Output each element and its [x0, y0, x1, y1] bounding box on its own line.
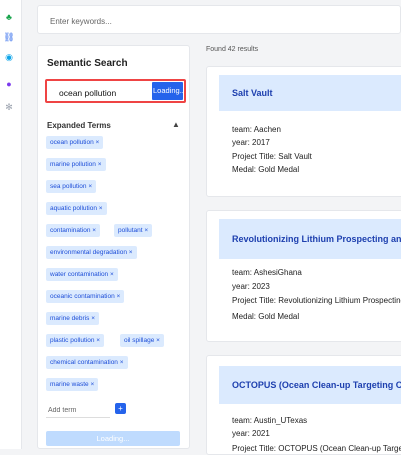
remove-term-icon[interactable]: ×	[91, 315, 95, 322]
tree-icon[interactable]: ♣	[2, 12, 16, 22]
term-tag: water contamination ×	[46, 268, 118, 281]
remove-term-icon[interactable]: ×	[117, 293, 121, 300]
keyword-search-input[interactable]	[48, 12, 352, 30]
term-tag: pollutant ×	[114, 224, 153, 237]
term-tag: ocean pollution ×	[46, 136, 104, 149]
result-project: Project Title: Revolutionizing Lithium P…	[232, 296, 401, 305]
remove-term-icon[interactable]: ×	[96, 337, 100, 344]
result-medal: Medal: Gold Medal	[232, 312, 300, 321]
semantic-search-button[interactable]: Loading...	[152, 82, 183, 100]
planet-icon[interactable]: ●	[2, 79, 16, 89]
remove-term-icon[interactable]: ×	[156, 337, 160, 344]
term-tag: sea pollution ×	[46, 180, 97, 193]
remove-term-icon[interactable]: ×	[98, 161, 102, 168]
result-medal: Medal: Gold Medal	[232, 165, 300, 174]
remove-term-icon[interactable]: ×	[99, 205, 103, 212]
term-tag: marine debris ×	[46, 312, 99, 325]
result-title[interactable]: OCTOPUS (Ocean Clean-up Targeting O	[219, 366, 401, 404]
expanded-terms-heading: Expanded Terms	[47, 121, 111, 130]
add-term-input[interactable]	[46, 403, 110, 418]
globe-icon[interactable]: ◉	[2, 52, 16, 62]
term-tag: chemical contamination ×	[46, 356, 128, 369]
remove-term-icon[interactable]: ×	[92, 227, 96, 234]
remove-term-icon[interactable]: ×	[110, 271, 114, 278]
result-team: team: Aachen	[232, 125, 281, 134]
result-year: year: 2023	[232, 282, 270, 291]
result-card[interactable]: Revolutionizing Lithium Prospecting and …	[206, 210, 401, 342]
collapse-caret-icon[interactable]: ▲	[172, 120, 180, 129]
loading-button[interactable]: Loading...	[46, 431, 180, 446]
settings-icon[interactable]: ✻	[2, 102, 16, 112]
result-team: team: Austin_UTexas	[232, 416, 308, 425]
keyword-search-bar	[37, 5, 401, 34]
panel-title: Semantic Search	[47, 58, 128, 69]
result-title[interactable]: Salt Vault	[219, 75, 401, 111]
result-year: year: 2017	[232, 138, 270, 147]
remove-term-icon[interactable]: ×	[88, 183, 92, 190]
term-tag: contamination ×	[46, 224, 101, 237]
remove-term-icon[interactable]: ×	[144, 227, 148, 234]
icon-rail: ♣ ⛓ ◉ ● ✻	[0, 0, 22, 449]
result-team: team: AshesiGhana	[232, 268, 302, 277]
remove-term-icon[interactable]: ×	[90, 381, 94, 388]
remove-term-icon[interactable]: ×	[120, 359, 124, 366]
remove-term-icon[interactable]: ×	[96, 139, 100, 146]
term-tag: marine waste ×	[46, 378, 99, 391]
term-tag: oceanic contamination ×	[46, 290, 125, 303]
link-icon[interactable]: ⛓	[2, 32, 16, 42]
result-title[interactable]: Revolutionizing Lithium Prospecting and	[219, 219, 401, 259]
term-tag: marine pollution ×	[46, 158, 106, 171]
result-card[interactable]: Salt Vault team: Aachen year: 2017 Proje…	[206, 66, 401, 197]
semantic-query-input[interactable]	[57, 85, 161, 101]
result-year: year: 2021	[232, 429, 270, 438]
semantic-search-panel: Semantic Search Loading... Expanded Term…	[37, 45, 190, 449]
term-tag: plastic pollution ×	[46, 334, 105, 347]
term-tag: environmental degradation ×	[46, 246, 137, 259]
add-term-button[interactable]: +	[115, 403, 126, 414]
results-count: Found 42 results	[206, 46, 259, 53]
result-card[interactable]: OCTOPUS (Ocean Clean-up Targeting O team…	[206, 355, 401, 455]
remove-term-icon[interactable]: ×	[129, 249, 133, 256]
semantic-query-box: Loading...	[45, 79, 186, 103]
result-project: Project Title: Salt Vault	[232, 152, 312, 161]
term-tag: oil spillage ×	[120, 334, 164, 347]
term-tag: aquatic pollution ×	[46, 202, 107, 215]
